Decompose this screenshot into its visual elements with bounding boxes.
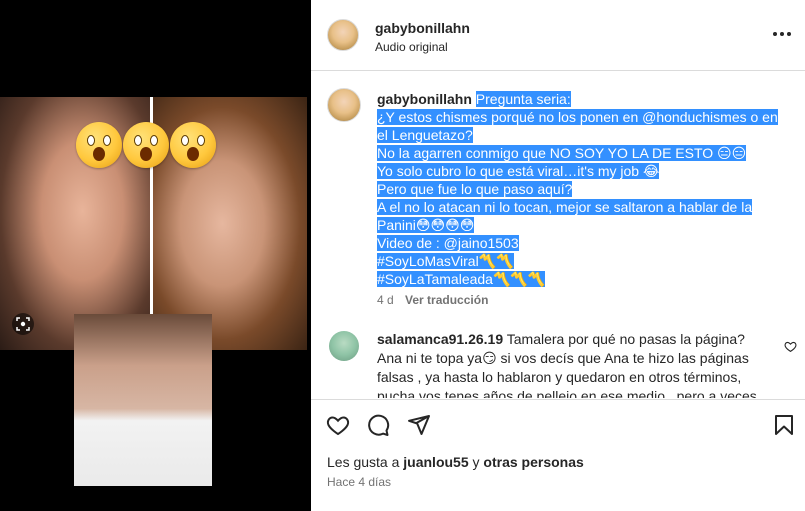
caption-line: A el no lo atacan ni lo tocan, mejor se … [377,199,753,233]
post-media[interactable] [0,0,311,511]
commenter-username[interactable]: salamanca91.26.19 [377,331,503,347]
author-username[interactable]: gabybonillahn [375,20,470,36]
post-header: gabybonillahn Audio original [311,0,805,71]
caption-avatar[interactable] [327,88,361,122]
post-details-panel: gabybonillahn Audio original gabybonilla… [311,0,805,511]
caption-line: No la agarren conmigo que NO SOY YO LA D… [377,145,747,161]
hashtag[interactable]: #SoyLaTamaleada〽️〽️〽️ [377,271,546,287]
caption-line: Yo solo cubro lo que está viral…it's my … [377,163,660,179]
likes-others-link[interactable]: otras personas [483,454,583,470]
caption-username[interactable]: gabybonillahn [377,91,472,107]
bookmark-icon[interactable] [771,412,797,438]
hashtag[interactable]: #SoyLoMasViral〽️〽️ [377,253,514,269]
share-icon[interactable] [406,412,432,438]
caption-line: ¿Y estos chismes porqué no los ponen en … [377,109,778,143]
post-actions: Les gusta a juanlou55 y otras personas H… [311,399,805,511]
comments-scroll-area[interactable]: gabybonillahn Pregunta seria: ¿Y estos c… [311,72,805,398]
caption-text: gabybonillahn Pregunta seria: ¿Y estos c… [377,90,782,288]
caption-age: 4 d [377,293,394,307]
caption-line: Pregunta seria: [475,91,571,107]
more-options-icon[interactable] [773,32,791,36]
commenter-avatar[interactable] [329,331,359,361]
comment-icon[interactable] [365,412,391,438]
likes-summary: Les gusta a juanlou55 y otras personas [327,454,584,470]
author-avatar[interactable] [327,19,359,51]
likes-mid: y [468,454,484,470]
visual-search-icon[interactable] [12,313,34,335]
caption-line: Pero que fue lo que paso aquí? [377,181,573,197]
audio-link[interactable]: Audio original [375,40,448,54]
caption-line[interactable]: Video de : @jaino1503 [377,235,519,251]
likes-user-link[interactable]: juanlou55 [403,454,468,470]
video-overlay-man [74,314,212,486]
comment-like-heart-icon[interactable] [784,340,797,358]
astonished-emoji-icon [123,122,169,168]
astonished-emoji-icon [170,122,216,168]
astonished-emoji-icon [76,122,122,168]
comment-text: salamanca91.26.19 Tamalera por qué no pa… [377,330,767,398]
post-timestamp[interactable]: Hace 4 días [327,475,391,489]
heart-icon[interactable] [325,412,351,438]
caption-meta: 4 d Ver traducción [377,293,488,307]
likes-prefix: Les gusta a [327,454,404,470]
translate-link[interactable]: Ver traducción [405,293,488,307]
